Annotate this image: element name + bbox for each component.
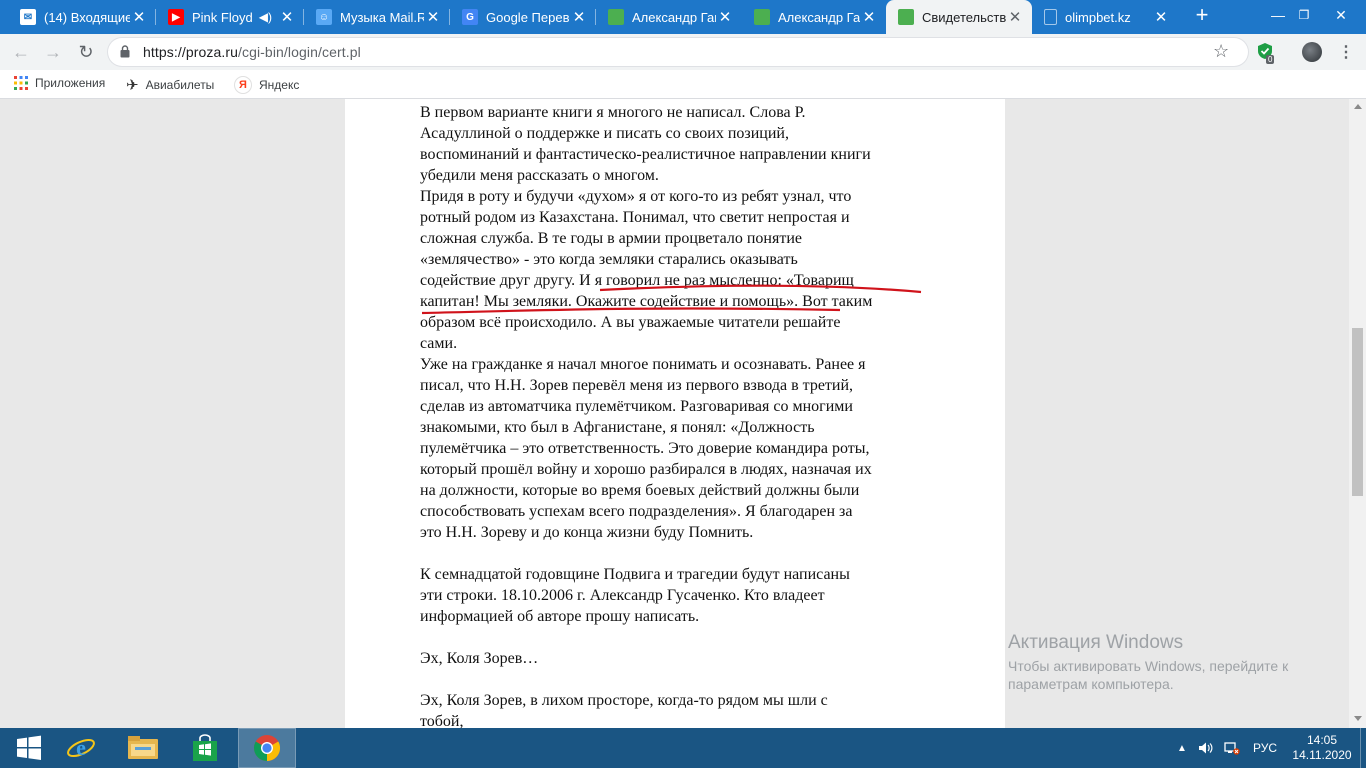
folder-icon [128,736,158,759]
tab-title: Александр Гащ [632,9,716,25]
bookmark-label: Авиабилеты [145,78,215,92]
tab-title: Pink Floyd [192,9,253,25]
svg-text:e: e [76,735,86,760]
apps-grid-icon [14,76,28,90]
chrome-icon [253,735,281,762]
internet-explorer-button[interactable]: e [52,728,110,768]
show-hidden-icons-icon[interactable]: ▲ [1177,728,1187,768]
extension-badge: 0 [1266,55,1275,64]
clock-date: 14.11.2020 [1292,748,1352,762]
youtube-icon: ▶ [168,9,184,25]
bookmark-label: Приложения [35,76,106,90]
bookmarks-bar: Приложения ✈ Авиабилеты Я Яндекс [0,70,1366,99]
watermark-line: Чтобы активировать Windows, перейдите к [1008,658,1289,674]
close-tab-icon[interactable]: ✕ [130,8,148,26]
tab-mailru-music[interactable]: ☺ Музыка Mail.Ru ✕ [304,0,450,34]
forward-arrow-icon[interactable]: → [40,39,66,65]
tab-author-1[interactable]: Александр Гащ ✕ [596,0,742,34]
watermark-line: параметрам компьютера. [1008,676,1174,692]
tab-olimpbet[interactable]: olimpbet.kz ✕ [1032,0,1178,34]
airplane-icon: ✈ [126,77,139,94]
close-tab-icon[interactable]: ✕ [570,8,588,26]
volume-icon[interactable] [1198,728,1214,768]
tab-title: Google Перевод [486,9,570,25]
scroll-down-arrow-icon[interactable] [1354,716,1362,721]
windows-taskbar: e ▲ РУС 14:05 14.11.2020 [0,728,1366,768]
audio-playing-icon[interactable]: ◀) [259,10,272,24]
store-bag-icon [193,734,217,761]
windows-activation-watermark: Активация Windows Чтобы активировать Win… [1008,632,1288,692]
proza-icon [754,9,770,25]
tab-title: olimpbet.kz [1065,9,1131,25]
close-tab-icon[interactable]: ✕ [860,8,878,26]
mail-icon: ✉ [20,9,36,25]
close-tab-icon[interactable]: ✕ [278,8,296,26]
language-indicator[interactable]: РУС [1253,728,1277,768]
windows-store-button[interactable] [176,728,234,768]
close-window-icon[interactable]: ✕ [1316,0,1366,30]
bookmark-apps[interactable]: Приложения [14,76,105,90]
tab-title: Свидетельство [922,9,1006,25]
show-desktop-button[interactable] [1360,728,1366,768]
proza-icon [898,9,914,25]
close-tab-icon[interactable]: ✕ [1006,8,1024,26]
windows-logo-icon [17,735,41,760]
bookmark-aviabilety[interactable]: ✈ Авиабилеты [126,76,214,94]
more-menu-icon[interactable]: ⋮ [1338,42,1354,62]
lock-icon[interactable] [120,45,130,58]
new-tab-button[interactable]: + [1180,0,1224,30]
network-disconnected-icon[interactable] [1224,728,1240,768]
browser-tab-strip: ✉ (14) Входящие ✕ ▶ Pink Floyd ◀) ✕ ☺ Му… [0,0,1366,34]
tab-title: Александр Гащ [778,9,860,25]
bookmark-label: Яндекс [259,78,300,92]
watermark-title: Активация Windows [1008,632,1184,653]
google-translate-icon: G [462,9,478,25]
proza-icon [608,9,624,25]
chrome-taskbar-button[interactable] [238,728,296,768]
close-tab-icon[interactable]: ✕ [424,8,442,26]
close-tab-icon[interactable]: ✕ [716,8,734,26]
tab-title: (14) Входящие [44,9,130,25]
profile-avatar[interactable] [1302,42,1322,62]
reload-icon[interactable]: ↻ [73,39,99,65]
yandex-icon: Я [234,76,252,94]
start-button[interactable] [0,728,58,768]
tab-author-2[interactable]: Александр Гащ ✕ [742,0,886,34]
taskbar-clock[interactable]: 14:05 14.11.2020 [1290,733,1354,763]
internet-explorer-icon: e [67,735,95,760]
address-url[interactable]: https://proza.ru/cgi-bin/login/cert.pl [143,44,361,60]
back-arrow-icon[interactable]: ← [8,39,34,65]
tab-inbox[interactable]: ✉ (14) Входящие ✕ [8,0,156,34]
tab-pink-floyd[interactable]: ▶ Pink Floyd ◀) ✕ [156,0,304,34]
scroll-up-arrow-icon[interactable] [1354,104,1362,109]
page-icon [1044,9,1057,25]
tab-google-translate[interactable]: G Google Перевод ✕ [450,0,596,34]
tab-certificate-active[interactable]: Свидетельство ✕ [886,0,1032,34]
url-host: https://proza.ru [143,44,238,60]
bookmark-yandex[interactable]: Я Яндекс [234,76,299,94]
mailru-music-icon: ☺ [316,9,332,25]
file-explorer-button[interactable] [114,728,172,768]
scrollbar-thumb[interactable] [1352,328,1363,496]
url-path: /cgi-bin/login/cert.pl [237,44,361,60]
tab-title: Музыка Mail.Ru [340,9,424,25]
close-tab-icon[interactable]: ✕ [1152,8,1170,26]
clock-time: 14:05 [1306,733,1338,747]
bookmark-star-icon[interactable]: ☆ [1213,41,1229,62]
